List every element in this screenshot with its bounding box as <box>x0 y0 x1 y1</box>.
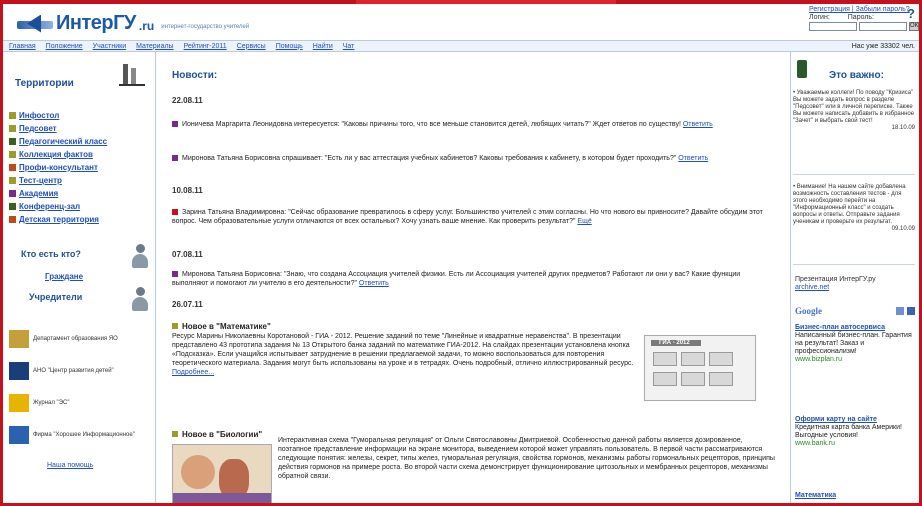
page-frame <box>0 0 922 506</box>
